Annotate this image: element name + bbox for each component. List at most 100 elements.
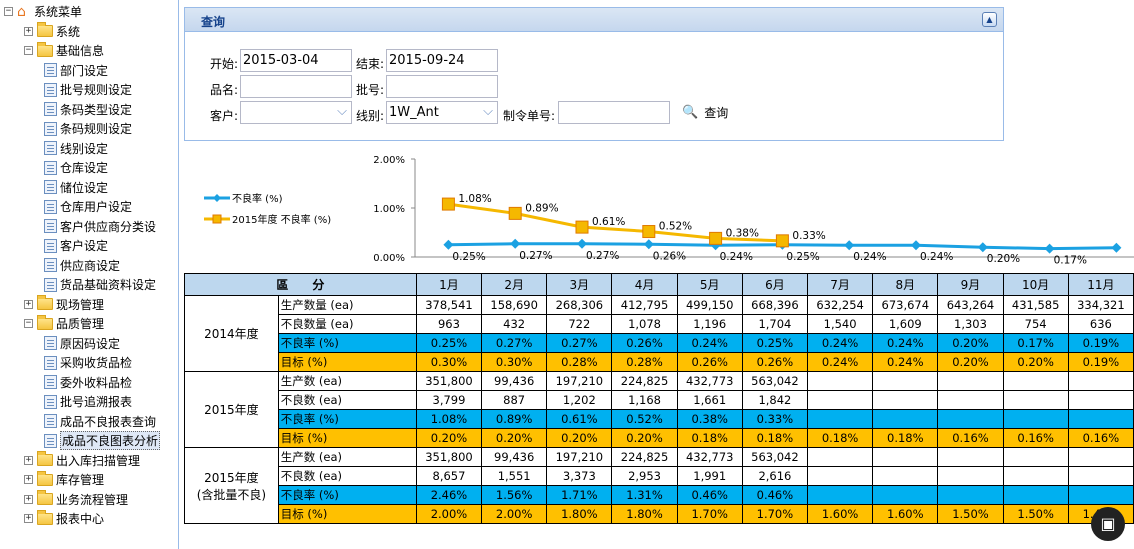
table-cell: 0.24% [676, 333, 743, 353]
page-icon [44, 375, 57, 389]
table-cell: 673,674 [872, 295, 939, 315]
data-point [1044, 243, 1055, 254]
tree-item[interactable]: 供应商设定 [44, 256, 120, 275]
start-date-field[interactable]: 2015-03-04 [240, 49, 352, 72]
expand-toggle-icon[interactable]: + [24, 494, 33, 504]
end-date-field[interactable]: 2015-09-24 [386, 49, 498, 72]
image-icon[interactable]: ▣ [1091, 507, 1125, 541]
tree-item[interactable]: + 库存管理 [24, 470, 104, 489]
line-select[interactable]: 1W_Ant [386, 101, 498, 124]
data-label: 0.25% [786, 251, 819, 263]
customer-select[interactable] [240, 101, 352, 124]
data-label: 0.27% [519, 250, 552, 262]
table-cell: 0.28% [546, 352, 613, 372]
table-cell [1002, 466, 1069, 486]
table-cell: 2.46% [415, 485, 483, 505]
tree-item[interactable]: 客户供应商分类设 [44, 217, 156, 236]
table-cell: 0.16% [937, 428, 1004, 448]
table-cell: 0.19% [1067, 352, 1134, 372]
collapse-toggle-icon[interactable]: − [4, 7, 13, 16]
table-cell: 0.16% [1002, 428, 1069, 448]
collapse-toggle-icon[interactable]: − [24, 46, 33, 55]
column-header: 6月 [741, 273, 809, 296]
row-label: 生产数量 (ea) [277, 295, 417, 315]
query-panel-title: 查询 [201, 15, 226, 29]
table-cell: 99,436 [481, 371, 548, 391]
tree-item[interactable]: − ⌂ 系统菜单 [4, 2, 82, 21]
search-button-label: 查询 [704, 106, 729, 120]
tree-item[interactable]: + 系统 [24, 22, 80, 41]
column-header: 8月 [872, 273, 939, 296]
table-row: 不良率 (%) 2.46% 1.56% 1.71% 1.31% 0.46% 0.46% [185, 485, 1134, 505]
table-cell: 1.60% [872, 504, 939, 524]
page-icon [44, 238, 57, 253]
table-cell: 1,196 [676, 314, 743, 334]
row-label: 不良数 (ea) [277, 466, 417, 486]
query-panel: 查询 ▲ 开始: 2015-03-04 结束: 2015-09-24 品名: 批… [184, 7, 1004, 141]
data-label: 0.89% [525, 202, 558, 214]
tree-item[interactable]: 客户设定 [44, 236, 108, 255]
table-cell: 0.16% [1067, 428, 1134, 448]
product-field[interactable] [240, 75, 352, 98]
table-cell: 0.18% [741, 428, 809, 448]
page-icon [44, 199, 57, 214]
data-point [441, 197, 455, 211]
tree-item[interactable]: + 出入库扫描管理 [24, 451, 140, 470]
tree-item[interactable]: 原因码设定 [44, 334, 120, 353]
table-cell [1067, 371, 1134, 391]
table-cell: 1,551 [481, 466, 548, 486]
table-cell: 0.20% [415, 428, 483, 448]
data-point [844, 240, 855, 251]
table-cell: 643,264 [937, 295, 1004, 315]
tree-item[interactable]: 批号追溯报表 [44, 392, 132, 411]
order-field[interactable] [558, 101, 670, 124]
tree-item[interactable]: 仓库设定 [44, 158, 108, 177]
tree-item[interactable]: 条码类型设定 [44, 100, 132, 119]
tree-item[interactable]: 条码规则设定 [44, 119, 132, 138]
batch-field[interactable] [386, 75, 498, 98]
table-cell: 563,042 [741, 447, 809, 467]
table-cell [1067, 466, 1134, 486]
data-point [775, 234, 789, 248]
data-point [643, 239, 654, 250]
tree-item[interactable]: + 现场管理 [24, 295, 104, 314]
table-cell [806, 409, 874, 429]
tree-item[interactable]: 线别设定 [44, 139, 108, 158]
tree-item[interactable]: 储位设定 [44, 178, 108, 197]
data-label: 0.25% [452, 251, 485, 263]
tree-item[interactable]: 货品基础资料设定 [44, 275, 156, 294]
page-icon [44, 336, 57, 350]
expand-toggle-icon[interactable]: + [24, 455, 33, 465]
search-button[interactable]: 🔍 查询 [682, 104, 728, 121]
table-row: 不良数 (ea) 8,657 1,551 3,373 2,953 1,991 2,616 [185, 466, 1134, 486]
tree-item[interactable]: + 业务流程管理 [24, 490, 128, 509]
table-row: 2015年度 生产数 (ea) 351,800 99,436 197,210 224,82… [184, 371, 1134, 448]
page-icon [44, 121, 57, 136]
tree-item[interactable]: 委外收料品检 [44, 373, 132, 392]
tree-item[interactable]: 成品不良报表查询 [44, 412, 156, 431]
expand-toggle-icon[interactable]: + [24, 514, 33, 523]
table-cell: 1,991 [676, 466, 743, 486]
page-icon [44, 63, 57, 77]
page-icon [44, 102, 57, 116]
table-cell: 0.26% [676, 352, 743, 372]
collapse-icon[interactable]: ▲ [982, 12, 997, 27]
table-cell: 351,800 [415, 447, 483, 467]
table-cell: 1,303 [937, 314, 1004, 334]
collapse-toggle-icon[interactable]: − [24, 319, 33, 328]
expand-toggle-icon[interactable]: + [24, 26, 33, 36]
expand-toggle-icon[interactable]: + [24, 475, 33, 484]
tree-item[interactable]: 仓库用户设定 [44, 197, 132, 216]
tree-item[interactable]: 采购收货品检 [44, 353, 132, 372]
row-label: 生产数 (ea) [277, 371, 417, 391]
tree-item[interactable]: − 基础信息 [24, 41, 104, 60]
table-cell: 2.00% [415, 504, 483, 524]
tree-item[interactable]: 批号规则设定 [44, 80, 132, 99]
expand-toggle-icon[interactable]: + [24, 299, 33, 309]
tree-item[interactable]: 部门设定 [44, 61, 108, 80]
tree-item[interactable]: 成品不良图表分析 [44, 431, 161, 450]
tree-item[interactable]: − 品质管理 [24, 314, 104, 333]
table-row: 不良数量 (ea) 963 432 722 1,078 1,196 1,704 1,540 1,… [185, 314, 1134, 334]
tree-item-label: 采购收货品检 [60, 356, 133, 370]
tree-item[interactable]: + 报表中心 [24, 509, 104, 528]
